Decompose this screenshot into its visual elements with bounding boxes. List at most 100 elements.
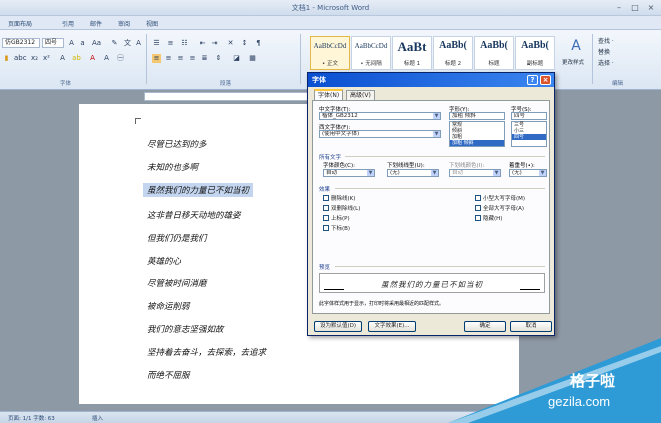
format-painter-icon[interactable]: ▮ [2,54,11,63]
phonetic-icon[interactable]: 文 [123,39,132,48]
strikethrough-icon[interactable]: abc [14,54,27,63]
strikethrough-checkbox[interactable]: 删除线(K) [323,194,355,202]
doc-line[interactable]: 坚持着去奋斗，去探索，去追求 [147,346,266,358]
align-center-icon[interactable]: ≡ [164,54,173,63]
set-default-button[interactable]: 设为默认值(D) [314,321,362,332]
list-item-selected[interactable]: 加粗 倾斜 [450,140,504,146]
font-color-dropdown[interactable]: 自动 ▼ [323,169,375,177]
decrease-indent-icon[interactable]: ⇤ [198,39,207,48]
line-spacing-icon[interactable]: ⇕ [214,54,223,63]
doc-line[interactable]: 尽管被时间消磨 [147,277,207,289]
clear-format-icon[interactable]: ✎ [110,39,119,48]
tab-references[interactable]: 引用 [62,19,74,28]
watermark-band [448,338,661,423]
style-input[interactable]: 加粗 倾斜 [449,112,505,120]
increase-indent-icon[interactable]: ⇥ [210,39,219,48]
minimize-button[interactable]: – [612,2,626,13]
all-caps-checkbox[interactable]: 全部大写字母(A) [475,204,524,212]
maximize-button[interactable]: □ [628,2,642,13]
list-item-selected[interactable]: 四号 [512,134,546,140]
size-list[interactable]: 三号 小三 四号 [511,121,547,147]
help-icon[interactable]: ? [527,75,538,85]
style-heading-2[interactable]: AaBb( 标题 2 [433,36,473,70]
sort-icon[interactable]: ↕ [240,39,249,48]
align-left-icon[interactable]: ≡ [152,54,161,63]
find-button[interactable]: 查找 · [598,36,614,45]
chinese-layout-icon[interactable]: ✕ [226,39,235,48]
doc-line[interactable]: 未知的也多啊 [147,161,198,173]
doc-line[interactable]: 尽管已达到的多 [147,138,207,150]
close-button[interactable]: × [644,2,658,13]
multilevel-list-icon[interactable]: ☷ [180,39,189,48]
double-strikethrough-checkbox[interactable]: 双删除线(L) [323,204,360,212]
char-shading-icon[interactable]: A [102,54,111,63]
underline-color-label: 下划线颜色(I): [449,163,485,169]
subscript-icon[interactable]: x₂ [30,54,39,63]
highlight-icon[interactable]: ab [72,54,81,63]
tab-font[interactable]: 字体(N) [314,89,344,100]
justify-icon[interactable]: ≡ [188,54,197,63]
style-title[interactable]: AaBb( 标题 [474,36,514,70]
doc-line[interactable]: 英雄的心 [147,255,181,267]
shrink-font-icon[interactable]: a [78,39,87,48]
font-size-box[interactable]: 四号 [42,38,64,48]
borders-icon[interactable]: ▦ [248,54,257,63]
style-list[interactable]: 常规 倾斜 加粗 加粗 倾斜 [449,121,505,147]
superscript-icon[interactable]: x² [42,54,51,63]
ok-button[interactable]: 确定 [464,321,506,332]
watermark-shape [448,338,661,423]
doc-line[interactable]: 我们的意志坚强如故 [147,323,224,335]
cancel-button[interactable]: 取消 [510,321,552,332]
change-styles-label[interactable]: 更改样式 [562,58,584,66]
underline-style-dropdown[interactable]: (无) ▼ [387,169,439,177]
select-button[interactable]: 选择 · [598,58,614,67]
underline-color-dropdown[interactable]: 自动 ▼ [449,169,501,177]
font-color-icon[interactable]: A [88,54,97,63]
small-caps-checkbox[interactable]: 小型大写字母(M) [475,194,525,202]
show-marks-icon[interactable]: ¶ [254,39,263,48]
align-right-icon[interactable]: ≡ [176,54,185,63]
numbering-icon[interactable]: ≡ [166,39,175,48]
doc-line[interactable]: 这非昔日移天动地的雄姿 [147,209,241,221]
ribbon-tab-bar: 页面布局 引用 邮件 审阅 视图 [0,16,661,30]
change-case-icon[interactable]: Aa [92,39,101,48]
enclose-char-icon[interactable]: ㊀ [116,54,125,63]
bullets-icon[interactable]: ☰ [152,39,161,48]
replace-button[interactable]: 替换 [598,47,610,56]
tab-review[interactable]: 审阅 [118,19,130,28]
chevron-down-icon: ▼ [493,170,500,176]
style-no-spacing[interactable]: AaBbCcDd • 无间隔 [351,36,391,70]
superscript-checkbox[interactable]: 上标(P) [323,214,350,222]
style-subtitle[interactable]: AaBb( 副标题 [515,36,555,70]
char-border-icon[interactable]: A [134,39,143,48]
subscript-checkbox[interactable]: 下标(B) [323,224,350,232]
tab-page-layout[interactable]: 页面布局 [8,19,32,28]
tab-advanced[interactable]: 高级(V) [346,90,375,100]
tab-view[interactable]: 视图 [146,19,158,28]
size-input[interactable]: 四号 [511,112,547,120]
style-normal[interactable]: AaBbCcDd • 正文 [310,36,350,70]
doc-line[interactable]: 但我们仍是我们 [147,232,207,244]
style-heading-1[interactable]: AaBt 标题 1 [392,36,432,70]
change-styles-icon[interactable]: A [568,38,584,54]
cn-font-dropdown[interactable]: 楷体_GB2312 ▼ [319,112,441,120]
grow-font-icon[interactable]: A [67,39,76,48]
font-name-box[interactable]: 仿GB2312 [2,38,40,48]
text-effects-button[interactable]: 文字效果(E)... [368,321,416,332]
emphasis-dropdown[interactable]: (无) ▼ [509,169,547,177]
chevron-down-icon: ▼ [367,170,374,176]
doc-line[interactable]: 被命运削弱 [147,300,190,312]
text-effect-icon[interactable]: A [58,54,67,63]
shading-icon[interactable]: ◪ [232,54,241,63]
hidden-checkbox[interactable]: 隐藏(H) [475,214,502,222]
doc-line-selected[interactable]: 虽然我们的力量已不如当初 [143,183,254,197]
word-count[interactable]: 页面: 1/1 字数: 63 [8,414,55,422]
dialog-title-bar[interactable]: 字体 ? × [308,73,554,87]
divider [335,266,545,267]
distribute-icon[interactable]: ≣ [200,54,209,63]
insert-mode[interactable]: 插入 [92,414,103,422]
west-font-dropdown[interactable]: (使用中文字体) ▼ [319,130,441,138]
tab-mailings[interactable]: 邮件 [90,19,102,28]
dialog-close-icon[interactable]: × [540,75,551,85]
doc-line[interactable]: 而绝不屈服 [147,369,190,381]
